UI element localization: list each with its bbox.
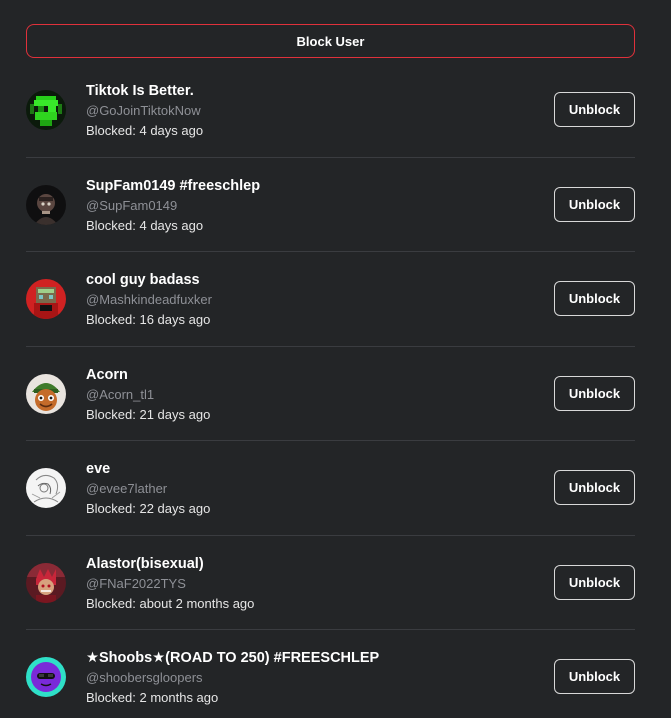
blocked-time: Blocked: about 2 months ago (86, 595, 255, 611)
blocked-time: Blocked: 4 days ago (86, 123, 204, 138)
blocked-user-row: Alastor(bisexual) @FNaF2022TYS Blocked: … (26, 536, 635, 630)
user-display-name[interactable]: SupFam0149 #freeschlep (86, 176, 526, 196)
unblock-button[interactable]: Unblock (554, 92, 635, 127)
dark-character-avatar-icon (26, 184, 66, 225)
unblock-button[interactable]: Unblock (554, 659, 635, 694)
avatar[interactable] (26, 279, 66, 319)
blocked-time: Blocked: 22 days ago (86, 501, 211, 516)
unblock-button[interactable]: Unblock (554, 281, 635, 316)
unblock-button[interactable]: Unblock (554, 375, 635, 411)
avatar[interactable] (26, 373, 66, 414)
avatar[interactable] (26, 468, 66, 508)
red-character-avatar-icon (26, 562, 66, 603)
blocked-time: Blocked: 4 days ago (86, 217, 204, 233)
blocked-user-row: ★Shoobs★(ROAD TO 250) #FREESCHLEP @shoob… (26, 630, 635, 718)
unblock-button[interactable]: Unblock (554, 470, 635, 505)
avatar[interactable] (26, 562, 66, 603)
user-handle: @shoobersgloopers (86, 670, 203, 685)
unblock-button[interactable]: Unblock (554, 564, 635, 600)
unblock-button[interactable]: Unblock (554, 186, 635, 222)
green-glitch-avatar-icon (26, 90, 66, 130)
blocked-time: Blocked: 16 days ago (86, 312, 211, 327)
blocked-users-page: Block User Tiktok Is Better. @GoJoinTikt… (0, 0, 671, 718)
avatar[interactable] (26, 184, 66, 225)
user-display-name[interactable]: Alastor(bisexual) (86, 554, 526, 574)
user-display-name[interactable]: cool guy badass (86, 270, 526, 290)
user-handle: @GoJoinTiktokNow (86, 103, 201, 118)
blocked-time: Blocked: 21 days ago (86, 406, 211, 422)
blocked-user-row: cool guy badass @Mashkindeadfuxker Block… (26, 252, 635, 347)
blocked-time: Blocked: 2 months ago (86, 690, 219, 705)
acorn-character-avatar-icon (26, 373, 66, 414)
blocked-user-row: Tiktok Is Better. @GoJoinTiktokNow Block… (26, 63, 635, 158)
avatar[interactable] (26, 657, 66, 697)
user-display-name[interactable]: Tiktok Is Better. (86, 81, 526, 101)
user-display-name[interactable]: Acorn (86, 365, 526, 385)
blocked-users-list: Tiktok Is Better. @GoJoinTiktokNow Block… (26, 63, 635, 718)
avatar[interactable] (26, 90, 66, 130)
user-handle: @Acorn_tl1 (86, 386, 155, 402)
sketch-avatar-icon (26, 468, 66, 508)
user-handle: @SupFam0149 (86, 197, 178, 213)
purple-cyan-avatar-icon (26, 657, 66, 697)
blocked-user-row: Acorn @Acorn_tl1 Blocked: 21 days ago Un… (26, 347, 635, 441)
blocked-user-row: eve @evee7lather Blocked: 22 days ago Un… (26, 441, 635, 536)
block-user-button[interactable]: Block User (26, 24, 635, 58)
red-pixel-avatar-icon (26, 279, 66, 319)
user-display-name[interactable]: eve (86, 459, 526, 479)
user-handle: @evee7lather (86, 481, 168, 496)
user-handle: @Mashkindeadfuxker (86, 292, 212, 307)
user-handle: @FNaF2022TYS (86, 575, 186, 591)
user-display-name[interactable]: ★Shoobs★(ROAD TO 250) #FREESCHLEP (86, 648, 526, 668)
blocked-user-row: SupFam0149 #freeschlep @SupFam0149 Block… (26, 158, 635, 252)
